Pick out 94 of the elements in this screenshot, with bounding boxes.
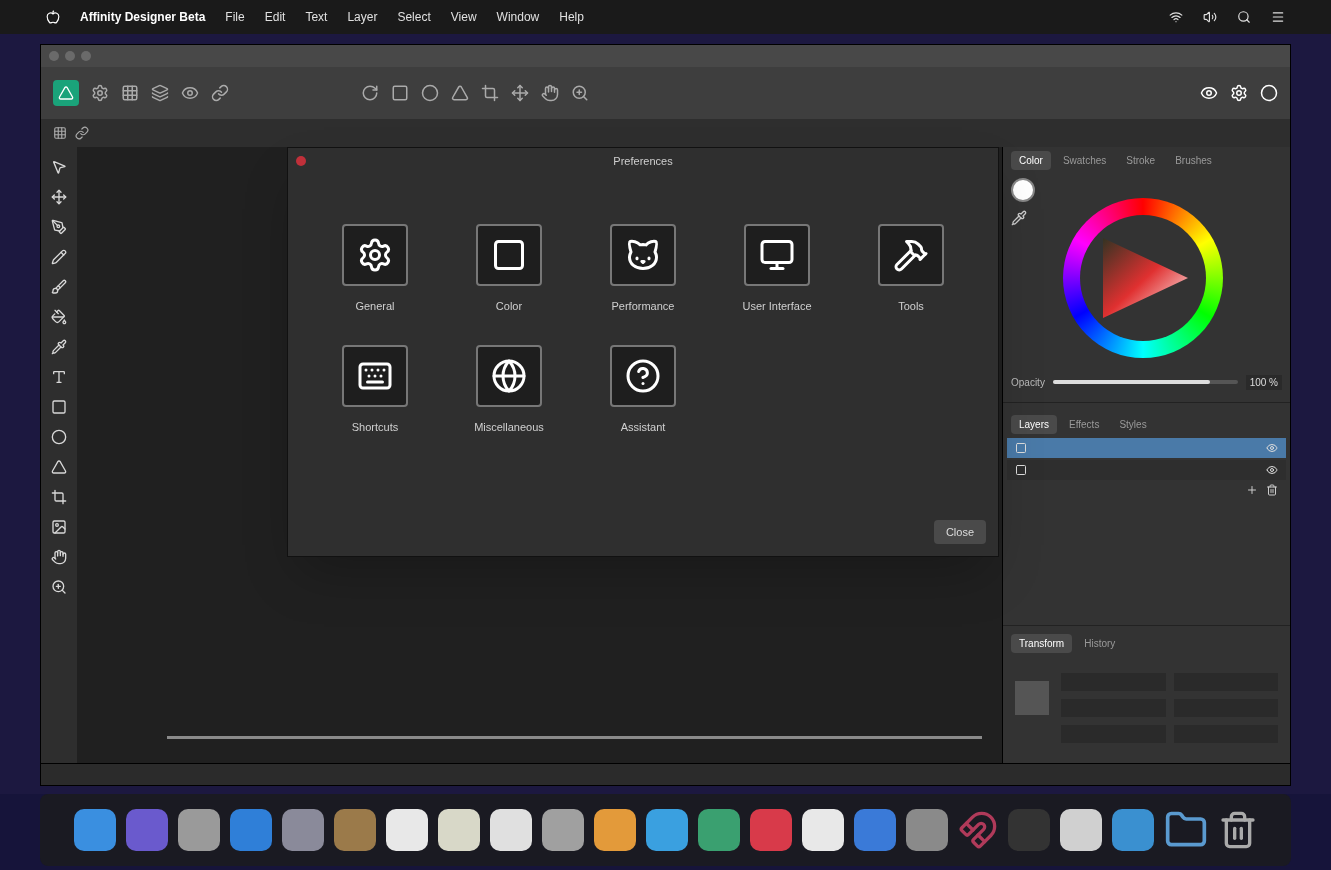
app-icon[interactable] [437,809,480,851]
help-icon [610,344,676,407]
triangle-icon[interactable] [51,459,67,475]
wifi-icon[interactable] [1169,10,1183,24]
hand-icon[interactable] [51,549,67,565]
panel-tab[interactable]: Transform [1011,634,1073,653]
search-icon[interactable] [1237,10,1251,24]
pointer-icon[interactable] [51,159,67,175]
triangle-icon[interactable] [451,84,469,102]
app-icon[interactable] [489,809,532,851]
panel-tab[interactable]: Brushes [1167,151,1220,170]
preference-category[interactable]: Performance [576,224,710,315]
pipette-icon[interactable] [51,339,67,355]
panel-tab[interactable]: Effects [1061,415,1108,434]
magnet-icon[interactable] [957,810,998,850]
layers-icon[interactable] [151,84,169,102]
link-icon[interactable] [75,126,89,140]
menu-item[interactable]: File [225,8,245,26]
menu-item[interactable]: Window [496,8,540,26]
preference-category[interactable]: Shortcuts [308,344,442,435]
close-button[interactable]: Close [933,519,986,544]
panel-tab[interactable]: History [1076,634,1124,653]
rotate-icon[interactable] [361,84,379,102]
panel-tab[interactable]: Stroke [1118,151,1164,170]
monitor-icon [744,224,810,286]
gear-icon[interactable] [91,84,109,102]
pen-icon[interactable] [51,219,67,235]
globe-icon [476,344,542,407]
add-icon[interactable] [1246,484,1258,496]
zoom-icon[interactable] [51,579,67,595]
trash-icon[interactable] [1266,484,1278,496]
pencil-icon[interactable] [51,249,67,265]
layer-thumbnail-icon [1015,464,1027,476]
opacity-label: Opacity [1011,375,1045,390]
dialog-title: Preferences [613,153,673,169]
panel-tab[interactable]: Styles [1111,415,1155,434]
hammer-icon [878,224,944,286]
menu-icon[interactable] [1271,10,1285,24]
move-icon[interactable] [511,84,529,102]
app-icon[interactable] [177,809,220,851]
app-icon[interactable] [1059,809,1102,851]
panel-tab[interactable]: Layers [1011,415,1057,434]
preference-category[interactable]: Miscellaneous [442,344,576,435]
volume-icon[interactable] [1203,10,1217,24]
preference-category[interactable]: Color [442,224,576,315]
opacity-value[interactable]: 100 % [1245,374,1282,390]
image-icon[interactable] [51,519,67,535]
preference-category[interactable]: User Interface [710,224,844,315]
panel-tab[interactable]: Swatches [1054,151,1115,170]
move-icon[interactable] [51,189,67,205]
circle-icon[interactable] [421,84,439,102]
app-name[interactable]: Affinity Designer Beta [80,8,206,26]
link-icon[interactable] [211,84,229,102]
menu-item[interactable]: Help [559,8,584,26]
crop-icon[interactable] [481,84,499,102]
app-icon[interactable] [645,809,688,851]
brush-icon[interactable] [51,279,67,295]
square-icon [476,224,542,286]
layer-thumbnail-icon [1015,442,1027,454]
apple-icon[interactable] [46,10,60,24]
menu-item[interactable]: Edit [264,8,286,26]
menu-item[interactable]: Select [397,8,431,26]
fill-swatch[interactable] [1011,178,1035,202]
keyboard-icon [342,344,408,407]
text-icon[interactable] [51,369,67,385]
app-icon[interactable] [385,809,428,851]
pipette-icon[interactable] [1011,210,1027,226]
preference-category[interactable]: Assistant [576,344,710,435]
grid-icon[interactable] [121,84,139,102]
circle-icon[interactable] [51,429,67,445]
panel-tab[interactable]: Color [1011,151,1051,170]
menu-item[interactable]: Text [305,8,328,26]
app-icon[interactable] [541,809,584,851]
cat-icon [610,224,676,286]
preference-category[interactable]: General [308,224,442,315]
horizontal-scrollbar[interactable] [167,736,982,739]
hand-icon[interactable] [541,84,559,102]
eye-icon[interactable] [181,84,199,102]
app-logo-icon[interactable] [53,80,79,106]
square-icon[interactable] [51,399,67,415]
eye-icon[interactable] [1200,84,1218,102]
menu-item[interactable]: View [450,8,477,26]
zoom-icon[interactable] [571,84,589,102]
app-icon[interactable] [801,809,844,851]
grid-icon[interactable] [53,126,67,140]
bucket-icon[interactable] [51,309,67,325]
app-icon[interactable] [593,809,636,851]
menu-item[interactable]: Layer [347,8,378,26]
square-icon[interactable] [391,84,409,102]
preference-category[interactable]: Tools [844,224,978,315]
opacity-slider[interactable] [1052,380,1238,384]
crop-icon[interactable] [51,489,67,505]
eye-icon[interactable] [1266,464,1278,476]
gear-icon [342,224,408,286]
